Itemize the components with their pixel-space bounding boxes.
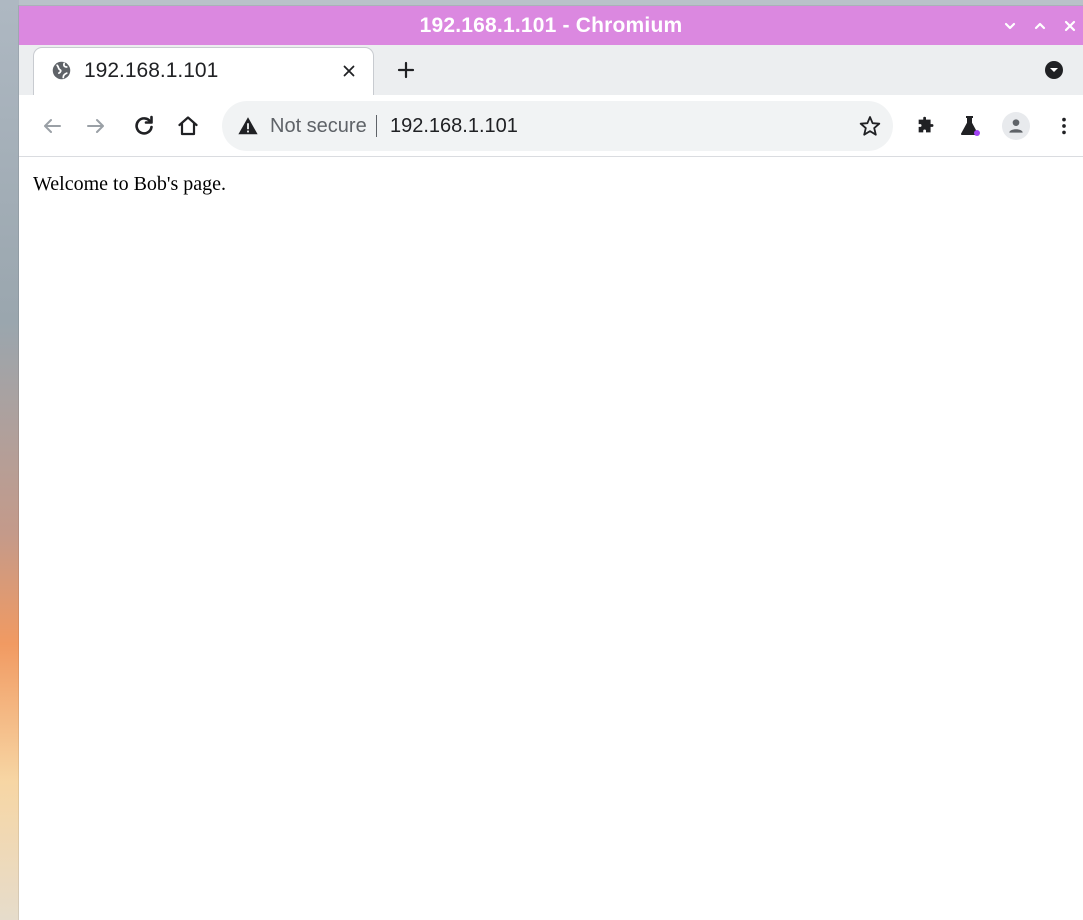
reload-icon [135, 115, 153, 135]
close-icon [343, 65, 355, 77]
close-tab-button[interactable] [339, 61, 359, 81]
star-icon[interactable] [858, 114, 882, 138]
window-title: 192.168.1.101 - Chromium [419, 14, 683, 37]
security-label[interactable]: Not secure [270, 101, 367, 151]
tab-title: 192.168.1.101 [84, 59, 219, 82]
page-content: Welcome to Bob's page. [19, 157, 1083, 920]
tab-search-icon [1045, 61, 1063, 79]
chevron-up-icon [1034, 22, 1046, 29]
labs-button[interactable] [956, 112, 984, 140]
menu-button[interactable] [1050, 112, 1078, 140]
profile-button[interactable] [1002, 112, 1030, 140]
omnibox-separator [376, 115, 377, 137]
reload-button[interactable] [130, 112, 158, 140]
puzzle-icon [918, 116, 934, 133]
minimize-button[interactable] [1001, 17, 1019, 35]
active-tab[interactable]: 192.168.1.101 [33, 47, 374, 95]
desktop-background [0, 0, 19, 920]
flask-icon [961, 116, 980, 136]
back-button[interactable] [38, 112, 66, 140]
maximize-button[interactable] [1031, 17, 1049, 35]
chevron-down-icon [1004, 22, 1016, 29]
home-icon [178, 116, 198, 136]
back-arrow-icon [44, 119, 61, 133]
browser-window: 192.168.1.101 - Chromium 192.168.1.101 N… [19, 6, 1083, 920]
extensions-button[interactable] [912, 112, 940, 140]
tab-strip: 192.168.1.101 [19, 45, 1083, 95]
tab-search-button[interactable] [1043, 59, 1065, 81]
new-tab-button[interactable] [393, 57, 419, 83]
globe-icon [52, 61, 71, 80]
close-icon [1064, 20, 1076, 31]
address-bar[interactable]: Not secure 192.168.1.101 [222, 101, 893, 151]
home-button[interactable] [174, 112, 202, 140]
close-window-button[interactable] [1061, 17, 1079, 35]
url-text[interactable]: 192.168.1.101 [390, 101, 518, 151]
avatar-icon [1009, 119, 1023, 133]
plus-icon [397, 61, 415, 79]
toolbar: Not secure 192.168.1.101 [19, 95, 1083, 157]
window-controls [1001, 6, 1079, 45]
kebab-menu-icon [1062, 117, 1066, 135]
title-bar[interactable]: 192.168.1.101 - Chromium [19, 6, 1083, 45]
warning-icon[interactable] [237, 115, 259, 137]
forward-button[interactable] [82, 112, 110, 140]
forward-arrow-icon [87, 119, 104, 133]
page-body-text: Welcome to Bob's page. [33, 173, 227, 195]
